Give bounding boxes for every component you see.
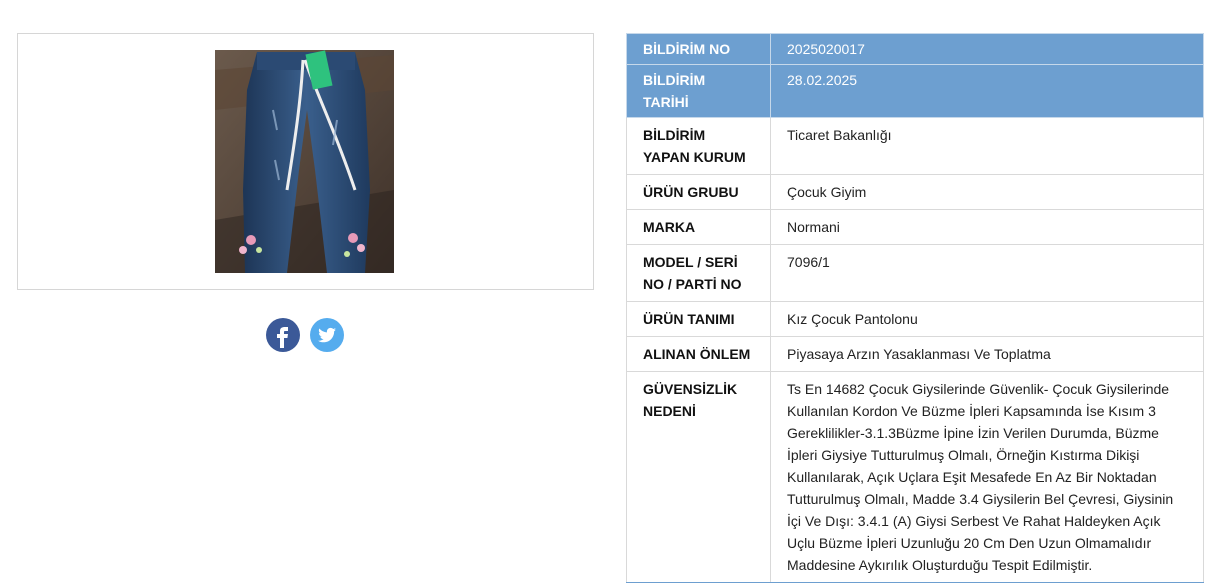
row-model-seri-parti: MODEL / SERİ NO / PARTİ NO 7096/1: [626, 244, 1204, 302]
product-photo[interactable]: [215, 50, 394, 273]
row-value: Ticaret Bakanlığı: [770, 117, 1204, 175]
row-label: MARKA: [626, 209, 771, 245]
row-urun-grubu: ÜRÜN GRUBU Çocuk Giyim: [626, 174, 1204, 210]
row-value: Ts En 14682 Çocuk Giysilerinde Güvenlik-…: [770, 371, 1204, 583]
row-urun-tanimi: ÜRÜN TANIMI Kız Çocuk Pantolonu: [626, 301, 1204, 337]
row-label: ÜRÜN GRUBU: [626, 174, 771, 210]
row-label: BİLDİRİM TARİHİ: [626, 64, 771, 118]
row-bildirim-tarihi: BİLDİRİM TARİHİ 28.02.2025: [626, 64, 1204, 118]
row-label: ALINAN ÖNLEM: [626, 336, 771, 372]
row-value: 2025020017: [770, 33, 1204, 65]
row-marka: MARKA Normani: [626, 209, 1204, 245]
row-value: Çocuk Giyim: [770, 174, 1204, 210]
notification-details-table: BİLDİRİM NO 2025020017 BİLDİRİM TARİHİ 2…: [626, 33, 1204, 583]
row-bildirim-no: BİLDİRİM NO 2025020017: [626, 33, 1204, 65]
row-value: Kız Çocuk Pantolonu: [770, 301, 1204, 337]
row-guvensizlik-nedeni: GÜVENSİZLİK NEDENİ Ts En 14682 Çocuk Giy…: [626, 371, 1204, 583]
twitter-icon[interactable]: [310, 318, 344, 352]
row-label: BİLDİRİM YAPAN KURUM: [626, 117, 771, 175]
row-label: ÜRÜN TANIMI: [626, 301, 771, 337]
row-value: 28.02.2025: [770, 64, 1204, 118]
row-bildirim-yapan-kurum: BİLDİRİM YAPAN KURUM Ticaret Bakanlığı: [626, 117, 1204, 175]
row-alinan-onlem: ALINAN ÖNLEM Piyasaya Arzın Yasaklanması…: [626, 336, 1204, 372]
row-value: Piyasaya Arzın Yasaklanması Ve Toplatma: [770, 336, 1204, 372]
row-value: Normani: [770, 209, 1204, 245]
facebook-icon[interactable]: [266, 318, 300, 352]
social-share: [266, 318, 344, 352]
row-label: MODEL / SERİ NO / PARTİ NO: [626, 244, 771, 302]
product-image-frame: [17, 33, 594, 290]
row-label: GÜVENSİZLİK NEDENİ: [626, 371, 771, 583]
row-value: 7096/1: [770, 244, 1204, 302]
row-label: BİLDİRİM NO: [626, 33, 771, 65]
